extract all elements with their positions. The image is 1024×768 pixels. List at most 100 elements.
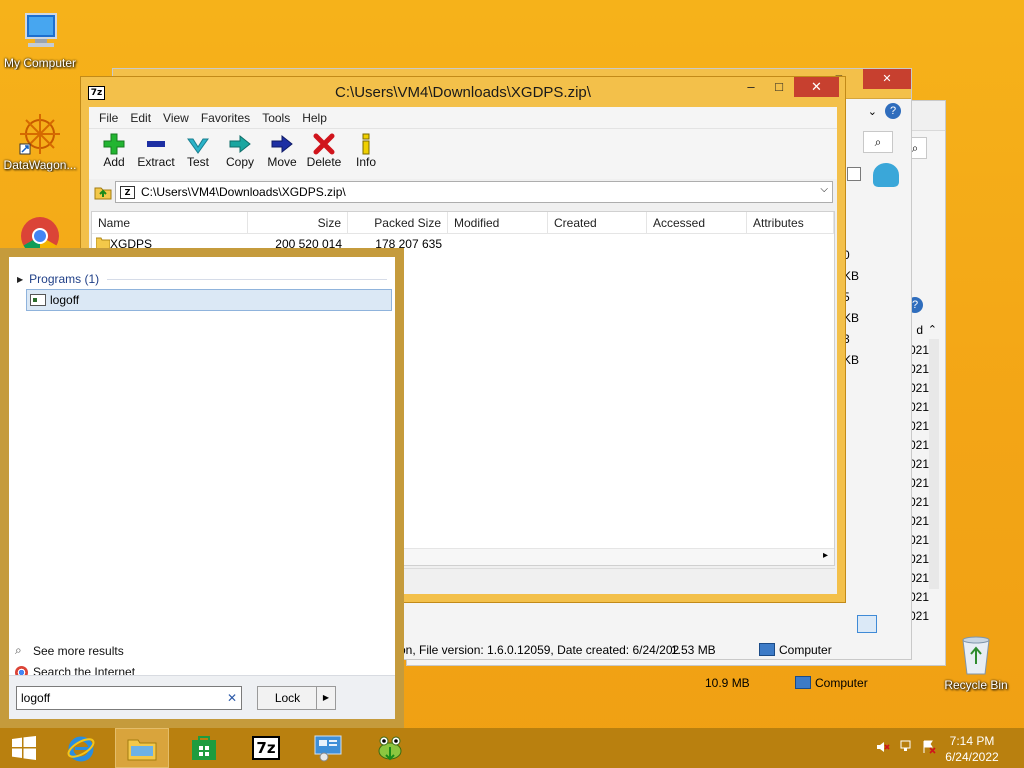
taskbar-control-panel[interactable] xyxy=(301,728,355,768)
desktop-icon-datawagon[interactable]: DataWagon... xyxy=(0,112,80,172)
add-button[interactable]: Add xyxy=(93,129,135,179)
status-location: Computer xyxy=(779,643,832,657)
extract-button[interactable]: Extract xyxy=(135,129,177,179)
computer-icon xyxy=(18,10,62,54)
programs-group-label: Programs (1) xyxy=(29,272,100,286)
copy-icon xyxy=(219,133,261,155)
control-panel-icon xyxy=(314,735,342,762)
extract-icon xyxy=(135,133,177,155)
menu-edit[interactable]: Edit xyxy=(124,111,157,125)
store-icon xyxy=(192,736,216,760)
program-icon xyxy=(30,294,46,306)
test-button[interactable]: Test xyxy=(177,129,219,179)
file-explorer-icon xyxy=(127,739,157,761)
sevenzip-icon: 7z xyxy=(252,736,280,760)
sevenzip-titlebar[interactable]: 7z C:\Users\VM4\Downloads\XGDPS.zip\ – □… xyxy=(81,77,845,107)
minimize-button[interactable]: – xyxy=(737,77,765,97)
size-column: 0 KB 5 KB 3 KB xyxy=(843,248,860,367)
menu-help[interactable]: Help xyxy=(296,111,333,125)
copy-button[interactable]: Copy xyxy=(219,129,261,179)
search-icon[interactable]: ⌕ xyxy=(863,131,893,153)
column-header-size[interactable]: Size xyxy=(248,212,348,233)
search-pane-content: ▶ Programs (1) logoff ⌕ See more results… xyxy=(9,257,395,719)
close-button[interactable]: ✕ xyxy=(794,77,839,97)
move-button[interactable]: Move xyxy=(261,129,303,179)
details-view-button[interactable] xyxy=(857,615,877,633)
action-center-icon[interactable] xyxy=(922,740,936,754)
power-options-arrow-icon[interactable]: ▶ xyxy=(316,687,335,709)
lock-button-group: Lock ▶ xyxy=(257,686,336,710)
help-icon[interactable]: ? xyxy=(885,103,901,119)
chevron-down-icon[interactable]: ⌄ xyxy=(868,105,877,118)
taskbar-store[interactable] xyxy=(177,728,231,768)
search-bottom-bar: ✕ Lock ▶ xyxy=(9,675,395,719)
folder-up-icon[interactable] xyxy=(93,182,115,202)
status-size: 1.53 MB xyxy=(671,643,716,657)
start-button[interactable] xyxy=(0,728,48,768)
menu-tools[interactable]: Tools xyxy=(256,111,296,125)
expand-arrow-icon: ▶ xyxy=(17,274,24,284)
network-icon[interactable] xyxy=(900,740,914,754)
view-mode-icon[interactable] xyxy=(847,167,861,181)
scroll-right-icon[interactable]: ▸ xyxy=(823,550,828,561)
info-button[interactable]: Info xyxy=(345,129,387,179)
column-header-fragment: d xyxy=(916,323,923,337)
column-header-attributes[interactable]: Attributes xyxy=(747,212,834,233)
taskbar-app-frog[interactable] xyxy=(363,728,417,768)
desktop-icon-my-computer[interactable]: My Computer xyxy=(0,10,80,70)
toolbar: Add Extract Test Copy Move Delete Info xyxy=(89,129,837,179)
programs-group[interactable]: ▶ Programs (1) xyxy=(17,271,387,287)
group-divider xyxy=(107,278,387,280)
clear-icon[interactable]: ✕ xyxy=(227,691,237,705)
column-header-accessed[interactable]: Accessed xyxy=(647,212,747,233)
desktop-icon-label: Recycle Bin xyxy=(944,678,1008,692)
clock-date: 6/24/2022 xyxy=(945,750,999,764)
system-tray: 7:14 PM 6/24/2022 xyxy=(864,728,1024,768)
menu-view[interactable]: View xyxy=(157,111,195,125)
taskbar-7zip[interactable]: 7z xyxy=(239,728,293,768)
system-clock[interactable]: 7:14 PM 6/24/2022 xyxy=(942,733,1002,765)
search-result-logoff[interactable]: logoff xyxy=(26,289,392,311)
status2-location: Computer xyxy=(815,676,868,690)
status-meta: on, File version: 1.6.0.12059, Date crea… xyxy=(399,643,680,657)
close-button[interactable]: ✕ xyxy=(863,69,911,89)
column-header-modified[interactable]: Modified xyxy=(448,212,548,233)
computer-status-icon xyxy=(759,643,775,656)
clock-time: 7:14 PM xyxy=(949,734,995,748)
thumbnail-view-button[interactable] xyxy=(881,615,899,633)
taskbar-internet-explorer[interactable] xyxy=(54,728,108,768)
desktop-icon-label: My Computer xyxy=(3,56,77,70)
shell-icon[interactable] xyxy=(873,163,899,187)
see-more-results-link[interactable]: ⌕ See more results xyxy=(15,643,124,658)
column-header-name[interactable]: Name xyxy=(92,212,248,233)
menu-bar: File Edit View Favorites Tools Help xyxy=(89,107,837,129)
search-icon: ⌕ xyxy=(15,643,22,657)
scroll-up-icon[interactable]: ⌃ xyxy=(928,323,937,336)
windows-icon xyxy=(12,736,36,760)
search-pane: ▶ Programs (1) logoff ⌕ See more results… xyxy=(0,248,404,728)
maximize-button[interactable]: □ xyxy=(765,77,793,97)
column-header-packed-size[interactable]: Packed Size xyxy=(348,212,448,233)
window-title: C:\Users\VM4\Downloads\XGDPS.zip\ xyxy=(335,84,591,101)
column-header-created[interactable]: Created xyxy=(548,212,647,233)
delete-button[interactable]: Delete xyxy=(303,129,345,179)
test-icon xyxy=(177,133,219,155)
lock-button[interactable]: Lock xyxy=(258,687,317,709)
desktop-icon-label: DataWagon... xyxy=(3,158,77,172)
computer-status-icon xyxy=(795,676,811,689)
search-input-box[interactable]: ✕ xyxy=(16,686,242,710)
search-input[interactable] xyxy=(17,687,212,709)
chevron-down-icon[interactable]: ⌵ xyxy=(820,184,828,195)
date-column: 021 021 021 021 021 021 021 021 021 021 021 021 … xyxy=(909,343,930,623)
menu-favorites[interactable]: Favorites xyxy=(195,111,256,125)
vertical-scrollbar[interactable] xyxy=(929,339,939,589)
address-bar: Z C:\Users\VM4\Downloads\XGDPS.zip\ ⌵ xyxy=(89,179,837,205)
speaker-muted-icon[interactable] xyxy=(876,740,890,754)
frog-icon xyxy=(378,736,402,761)
address-combobox[interactable]: Z C:\Users\VM4\Downloads\XGDPS.zip\ ⌵ xyxy=(115,181,833,203)
zip-icon: Z xyxy=(120,185,135,199)
status2-size: 10.9 MB xyxy=(705,676,750,690)
taskbar-file-explorer[interactable] xyxy=(115,728,169,768)
menu-file[interactable]: File xyxy=(93,111,124,125)
desktop-icon-recycle-bin[interactable]: Recycle Bin xyxy=(936,632,1016,692)
